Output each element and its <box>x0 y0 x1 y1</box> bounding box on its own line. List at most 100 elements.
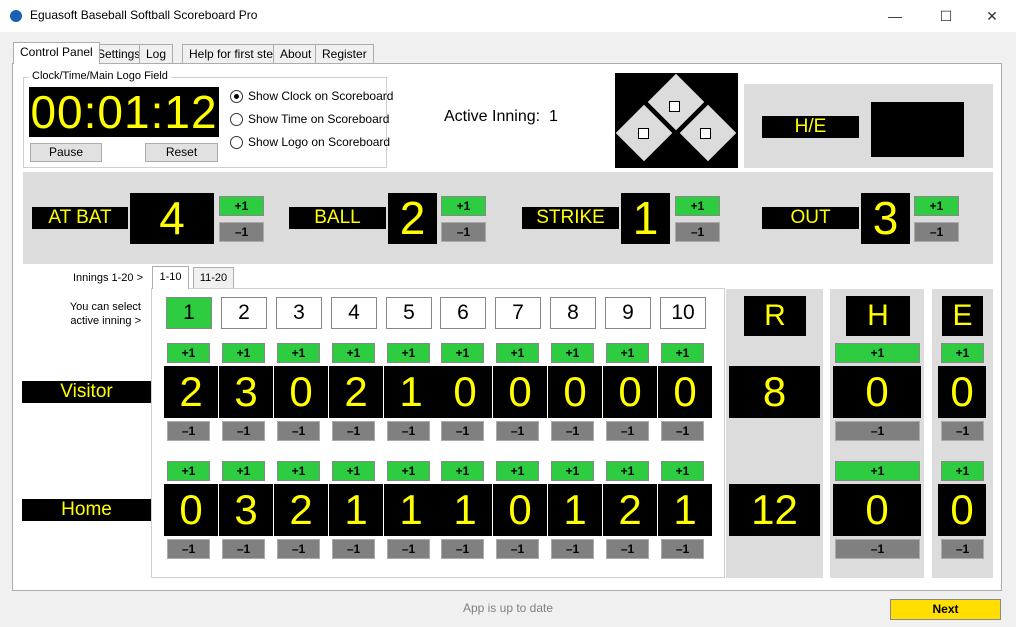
visitor-inning-5-plus-button[interactable]: +1 <box>387 343 430 363</box>
home-inning-8-plus-button[interactable]: +1 <box>551 461 594 481</box>
visitor-label: Visitor <box>22 381 151 403</box>
radio-show-logo[interactable]: Show Logo on Scoreboard <box>230 134 390 150</box>
home-inning-4-plus-button[interactable]: +1 <box>332 461 375 481</box>
radio-selected-icon[interactable] <box>230 89 243 103</box>
ball-minus-button[interactable]: –1 <box>441 222 486 242</box>
visitor-inning-9-minus-button[interactable]: –1 <box>606 421 649 441</box>
visitor-errors-plus-button[interactable]: +1 <box>941 343 984 363</box>
home-inning-4-score: 1 <box>329 484 383 536</box>
home-inning-10-plus-button[interactable]: +1 <box>661 461 704 481</box>
close-icon[interactable]: ✕ <box>977 6 1007 26</box>
radio-label: Show Clock on Scoreboard <box>248 89 394 103</box>
visitor-inning-8-minus-button[interactable]: –1 <box>551 421 594 441</box>
at-bat-minus-button[interactable]: –1 <box>219 222 264 242</box>
home-inning-2-minus-button[interactable]: –1 <box>222 539 265 559</box>
radio-show-time[interactable]: Show Time on Scoreboard <box>230 111 389 127</box>
ball-plus-button[interactable]: +1 <box>441 196 486 216</box>
home-errors-plus-button[interactable]: +1 <box>941 461 984 481</box>
visitor-inning-4-minus-button[interactable]: –1 <box>332 421 375 441</box>
inning-button-1[interactable]: 1 <box>166 297 212 329</box>
visitor-inning-1-plus-button[interactable]: +1 <box>167 343 210 363</box>
visitor-runs: 8 <box>729 366 820 418</box>
radio-icon[interactable] <box>230 135 243 149</box>
radio-icon[interactable] <box>230 112 243 126</box>
visitor-inning-3-score: 0 <box>274 366 328 418</box>
active-inning-label: Active Inning: <box>444 108 541 125</box>
home-inning-5-minus-button[interactable]: –1 <box>387 539 430 559</box>
visitor-inning-2-plus-button[interactable]: +1 <box>222 343 265 363</box>
home-inning-7-plus-button[interactable]: +1 <box>496 461 539 481</box>
tab-log[interactable]: Log <box>139 44 174 63</box>
home-inning-5-plus-button[interactable]: +1 <box>387 461 430 481</box>
tab-control-panel[interactable]: Control Panel <box>13 42 100 64</box>
visitor-inning-7-plus-button[interactable]: +1 <box>496 343 539 363</box>
visitor-hits-minus-button[interactable]: –1 <box>835 421 920 441</box>
strike-minus-button[interactable]: –1 <box>675 222 720 242</box>
inning-button-3[interactable]: 3 <box>276 297 322 329</box>
visitor-inning-5-minus-button[interactable]: –1 <box>387 421 430 441</box>
visitor-inning-8-score: 0 <box>548 366 602 418</box>
inning-button-2[interactable]: 2 <box>221 297 267 329</box>
visitor-inning-6-plus-button[interactable]: +1 <box>441 343 484 363</box>
home-inning-6-plus-button[interactable]: +1 <box>441 461 484 481</box>
home-inning-9-plus-button[interactable]: +1 <box>606 461 649 481</box>
next-button[interactable]: Next <box>890 599 1001 620</box>
ball-label: BALL <box>289 207 386 229</box>
visitor-inning-4-plus-button[interactable]: +1 <box>332 343 375 363</box>
home-inning-1-plus-button[interactable]: +1 <box>167 461 210 481</box>
visitor-inning-6-minus-button[interactable]: –1 <box>441 421 484 441</box>
visitor-inning-3-plus-button[interactable]: +1 <box>277 343 320 363</box>
tab-about[interactable]: About <box>273 44 319 63</box>
visitor-inning-8-plus-button[interactable]: +1 <box>551 343 594 363</box>
home-inning-9-minus-button[interactable]: –1 <box>606 539 649 559</box>
tab-innings-1-10[interactable]: 1-10 <box>152 266 189 289</box>
home-inning-6-score: 1 <box>438 484 492 536</box>
inning-button-9[interactable]: 9 <box>605 297 651 329</box>
third-base-checkbox[interactable] <box>638 128 649 139</box>
inning-button-10[interactable]: 10 <box>660 297 706 329</box>
home-hits-plus-button[interactable]: +1 <box>835 461 920 481</box>
minimize-icon[interactable]: — <box>880 6 910 26</box>
home-inning-8-minus-button[interactable]: –1 <box>551 539 594 559</box>
inning-button-4[interactable]: 4 <box>331 297 377 329</box>
visitor-inning-1-score: 2 <box>164 366 218 418</box>
home-errors-minus-button[interactable]: –1 <box>941 539 984 559</box>
out-plus-button[interactable]: +1 <box>914 196 959 216</box>
out-minus-button[interactable]: –1 <box>914 222 959 242</box>
maximize-icon[interactable]: ☐ <box>931 6 961 26</box>
tab-innings-11-20[interactable]: 11-20 <box>193 267 234 288</box>
visitor-inning-3-minus-button[interactable]: –1 <box>277 421 320 441</box>
second-base-checkbox[interactable] <box>669 101 680 112</box>
strike-plus-button[interactable]: +1 <box>675 196 720 216</box>
inning-button-8[interactable]: 8 <box>550 297 596 329</box>
inning-button-6[interactable]: 6 <box>440 297 486 329</box>
inning-button-7[interactable]: 7 <box>495 297 541 329</box>
at-bat-plus-button[interactable]: +1 <box>219 196 264 216</box>
visitor-inning-9-plus-button[interactable]: +1 <box>606 343 649 363</box>
visitor-inning-10-minus-button[interactable]: –1 <box>661 421 704 441</box>
visitor-inning-2-minus-button[interactable]: –1 <box>222 421 265 441</box>
visitor-inning-1-minus-button[interactable]: –1 <box>167 421 210 441</box>
home-inning-6-minus-button[interactable]: –1 <box>441 539 484 559</box>
visitor-inning-7-minus-button[interactable]: –1 <box>496 421 539 441</box>
home-inning-3-minus-button[interactable]: –1 <box>277 539 320 559</box>
home-inning-2-plus-button[interactable]: +1 <box>222 461 265 481</box>
home-inning-7-minus-button[interactable]: –1 <box>496 539 539 559</box>
home-hits-minus-button[interactable]: –1 <box>835 539 920 559</box>
visitor-hits-plus-button[interactable]: +1 <box>835 343 920 363</box>
home-inning-1-minus-button[interactable]: –1 <box>167 539 210 559</box>
radio-show-clock[interactable]: Show Clock on Scoreboard <box>230 88 393 104</box>
home-inning-3-plus-button[interactable]: +1 <box>277 461 320 481</box>
visitor-inning-9-score: 0 <box>603 366 657 418</box>
tab-help[interactable]: Help for first step <box>182 44 287 63</box>
inning-button-5[interactable]: 5 <box>386 297 432 329</box>
tab-register[interactable]: Register <box>315 44 374 63</box>
pause-button[interactable]: Pause <box>30 143 102 162</box>
home-inning-4-minus-button[interactable]: –1 <box>332 539 375 559</box>
home-inning-9-score: 2 <box>603 484 657 536</box>
visitor-errors-minus-button[interactable]: –1 <box>941 421 984 441</box>
visitor-inning-10-plus-button[interactable]: +1 <box>661 343 704 363</box>
reset-button[interactable]: Reset <box>145 143 218 162</box>
home-inning-10-minus-button[interactable]: –1 <box>661 539 704 559</box>
first-base-checkbox[interactable] <box>700 128 711 139</box>
